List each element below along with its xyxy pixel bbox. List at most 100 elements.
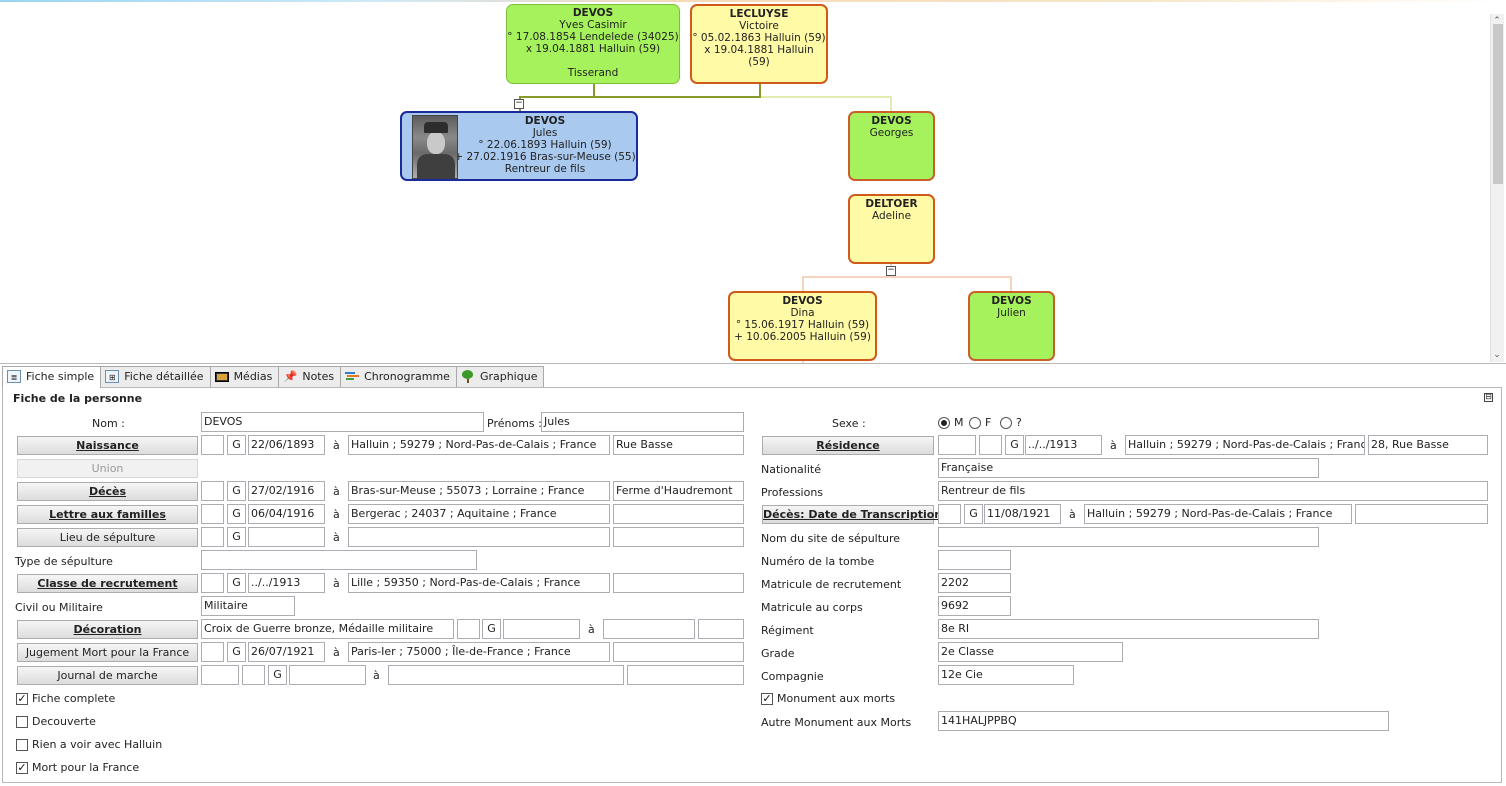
decoration-qualifier[interactable] [457, 619, 480, 639]
sexe-unknown-radio[interactable]: ? [1000, 416, 1022, 429]
deces-button[interactable]: Décès [17, 482, 198, 501]
transcription-date[interactable]: 11/08/1921 [984, 504, 1061, 524]
person-card-selected[interactable]: DEVOS Jules ° 22.06.1893 Halluin (59) + … [400, 111, 638, 181]
person-card-mother[interactable]: LECLUYSE Victoire ° 05.02.1863 Halluin (… [690, 4, 828, 84]
classe-date[interactable]: ../../1913 [248, 573, 325, 593]
journal-place[interactable] [388, 665, 624, 685]
rien-a-voir-checkbox[interactable]: Rien a voir avec Halluin [16, 738, 162, 751]
lieu-sep-place[interactable] [348, 527, 610, 547]
regiment-input[interactable]: 8e RI [938, 619, 1319, 639]
tab-medias[interactable]: Médias [209, 366, 280, 387]
journal-qualifier[interactable] [242, 665, 265, 685]
jugement-place[interactable]: Paris-Ier ; 75000 ; Île-de-France ; Fran… [348, 642, 610, 662]
sexe-f-radio[interactable]: F [969, 416, 991, 429]
transcription-calendar[interactable]: G [964, 504, 983, 524]
lieu-sep-qualifier[interactable] [201, 527, 224, 547]
journal-field-1[interactable] [201, 665, 239, 685]
site-sepulture-input[interactable] [938, 527, 1319, 547]
jugement-qualifier[interactable] [201, 642, 224, 662]
person-card-child[interactable]: DEVOS Dina ° 15.06.1917 Halluin (59) + 1… [728, 291, 877, 361]
residence-place[interactable]: Halluin ; 59279 ; Nord-Pas-de-Calais ; F… [1125, 435, 1365, 455]
naissance-extra[interactable]: Rue Basse [613, 435, 744, 455]
residence-calendar[interactable]: G [1005, 435, 1024, 455]
matricule-corps-input[interactable]: 9692 [938, 596, 1011, 616]
residence-button[interactable]: Résidence [762, 436, 934, 455]
classe-extra[interactable] [613, 573, 744, 593]
classe-qualifier[interactable] [201, 573, 224, 593]
naissance-calendar[interactable]: G [227, 435, 246, 455]
transcription-extra[interactable] [1355, 504, 1488, 524]
tab-chronogramme[interactable]: Chronogramme [340, 366, 457, 387]
tab-graphique[interactable]: Graphique [455, 366, 545, 387]
naissance-qualifier[interactable] [201, 435, 224, 455]
prenoms-input[interactable]: Jules [541, 412, 744, 432]
residence-date[interactable]: ../../1913 [1025, 435, 1102, 455]
transcription-button[interactable]: Décès: Date de Transcription [762, 505, 942, 524]
journal-marche-button[interactable]: Journal de marche [17, 666, 198, 685]
decoration-value[interactable]: Croix de Guerre bronze, Médaille militai… [201, 619, 454, 639]
family-tree-view[interactable]: − − DEVOS Yves Casimir ° 17.08.1854 Lend… [0, 0, 1506, 364]
lettre-familles-button[interactable]: Lettre aux familles [17, 505, 198, 524]
lieu-sep-date[interactable] [248, 527, 325, 547]
naissance-button[interactable]: Naissance [17, 436, 198, 455]
classe-recrutement-button[interactable]: Classe de recrutement [17, 574, 198, 593]
jugement-extra[interactable] [613, 642, 744, 662]
scroll-down-icon[interactable]: ⌄ [1492, 350, 1502, 360]
jugement-button[interactable]: Jugement Mort pour la France [17, 643, 198, 662]
autre-monument-input[interactable]: 141HALJPPBQ [938, 711, 1389, 731]
journal-calendar[interactable]: G [268, 665, 287, 685]
person-card-father[interactable]: DEVOS Yves Casimir ° 17.08.1854 Lendeled… [506, 4, 680, 84]
naissance-place[interactable]: Halluin ; 59279 ; Nord-Pas-de-Calais ; F… [348, 435, 610, 455]
deces-calendar[interactable]: G [227, 481, 246, 501]
sexe-m-radio[interactable]: M [938, 416, 964, 429]
residence-field-1[interactable] [938, 435, 976, 455]
monument-aux-morts-checkbox[interactable]: ✓ Monument aux morts [761, 692, 895, 705]
person-card-spouse[interactable]: DELTOER Adeline [848, 194, 935, 264]
decoration-button[interactable]: Décoration [17, 620, 198, 639]
mort-pour-la-france-checkbox[interactable]: ✓ Mort pour la France [16, 761, 139, 774]
residence-extra[interactable]: 28, Rue Basse [1368, 435, 1488, 455]
decoration-extra[interactable] [698, 619, 744, 639]
tab-fiche-detaillee[interactable]: ⊞ Fiche détaillée [100, 366, 211, 387]
professions-input[interactable]: Rentreur de fils [938, 481, 1488, 501]
decoration-place[interactable] [603, 619, 695, 639]
transcription-place[interactable]: Halluin ; 59279 ; Nord-Pas-de-Calais ; F… [1084, 504, 1352, 524]
deces-date[interactable]: 27/02/1916 [248, 481, 325, 501]
compagnie-input[interactable]: 12e Cie [938, 665, 1074, 685]
collapse-panel-icon[interactable]: ⊟ [1484, 393, 1493, 402]
lettre-place[interactable]: Bergerac ; 24037 ; Aquitaine ; France [348, 504, 610, 524]
vertical-scrollbar[interactable] [1490, 14, 1504, 362]
decoration-date[interactable] [503, 619, 580, 639]
transcription-qualifier[interactable] [938, 504, 961, 524]
decoration-calendar[interactable]: G [482, 619, 501, 639]
lieu-sepulture-button[interactable]: Lieu de sépulture [17, 528, 198, 547]
matricule-recrutement-input[interactable]: 2202 [938, 573, 1011, 593]
classe-calendar[interactable]: G [227, 573, 246, 593]
type-sepulture-input[interactable] [201, 550, 477, 570]
tab-fiche-simple[interactable]: ≣ Fiche simple [2, 366, 102, 388]
scroll-up-icon[interactable]: ⌃ [1492, 16, 1502, 26]
lettre-date[interactable]: 06/04/1916 [248, 504, 325, 524]
person-card-child[interactable]: DEVOS Julien [968, 291, 1055, 361]
nationalite-input[interactable]: Française [938, 458, 1319, 478]
lettre-qualifier[interactable] [201, 504, 224, 524]
deces-extra[interactable]: Ferme d'Haudremont [613, 481, 744, 501]
naissance-date[interactable]: 22/06/1893 [248, 435, 325, 455]
person-card-sibling[interactable]: DEVOS Georges [848, 111, 935, 181]
lettre-extra[interactable] [613, 504, 744, 524]
deces-qualifier[interactable] [201, 481, 224, 501]
tombe-input[interactable] [938, 550, 1011, 570]
journal-date[interactable] [289, 665, 366, 685]
fiche-complete-checkbox[interactable]: ✓ Fiche complete [16, 692, 115, 705]
jugement-calendar[interactable]: G [227, 642, 246, 662]
residence-qualifier[interactable] [979, 435, 1002, 455]
jugement-date[interactable]: 26/07/1921 [248, 642, 325, 662]
collapse-toggle[interactable]: − [514, 99, 524, 109]
classe-place[interactable]: Lille ; 59350 ; Nord-Pas-de-Calais ; Fra… [348, 573, 610, 593]
collapse-toggle[interactable]: − [886, 266, 896, 276]
civil-militaire-input[interactable]: Militaire [201, 596, 295, 616]
lieu-sep-extra[interactable] [613, 527, 744, 547]
tab-notes[interactable]: 📌 Notes [278, 366, 342, 387]
grade-input[interactable]: 2e Classe [938, 642, 1123, 662]
scrollbar-thumb[interactable] [1493, 24, 1503, 184]
